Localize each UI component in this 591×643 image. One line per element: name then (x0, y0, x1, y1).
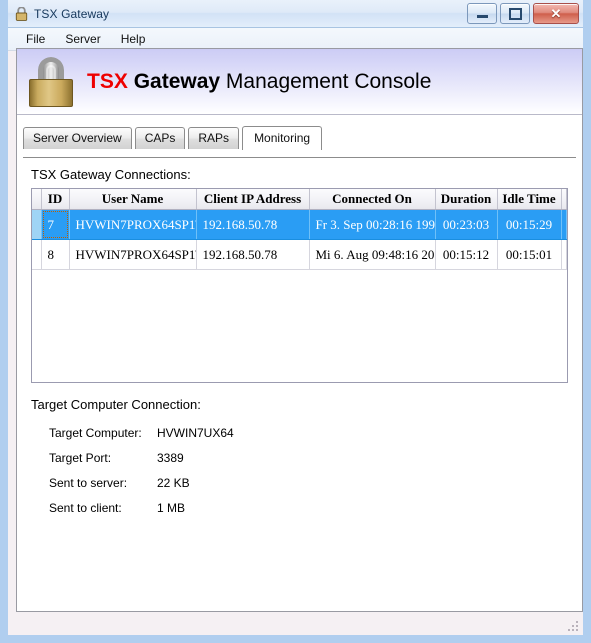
cell-user-name[interactable]: HVWIN7PROX64SP1\root (69, 209, 197, 240)
app-banner: TSX Gateway Management Console (17, 49, 582, 115)
cell-id[interactable]: 8 (41, 239, 70, 270)
column-header-client-ip[interactable]: Client IP Address (196, 189, 310, 210)
connections-section-label: TSX Gateway Connections: (31, 167, 191, 182)
banner-title-tsx: TSX (87, 69, 128, 93)
window-controls: ✕ (467, 3, 579, 24)
table-header-row: ID User Name Client IP Address Connected… (32, 189, 567, 210)
cell-idle-time[interactable]: 00:15:01 (497, 239, 562, 270)
detail-value-sent-to-client: 1 MB (157, 501, 186, 515)
cell-connected-on[interactable]: Fr 3. Sep 00:28:16 1999 (309, 209, 436, 240)
padlock-icon (29, 56, 73, 107)
window-title: TSX Gateway (34, 6, 110, 21)
row-indicator (32, 209, 42, 240)
tab-bar: Server Overview CAPs RAPs Monitoring (23, 126, 582, 150)
tab-raps[interactable]: RAPs (188, 127, 240, 149)
detail-value-sent-to-server: 22 KB (157, 476, 190, 490)
menu-item-file[interactable]: File (16, 30, 55, 48)
close-icon: ✕ (550, 6, 562, 21)
detail-label-sent-to-client: Sent to client: (49, 501, 122, 515)
title-bar: TSX Gateway ✕ (8, 0, 583, 28)
detail-label-target-port: Target Port: (49, 451, 112, 465)
banner-title-gateway: Gateway (133, 69, 221, 93)
cell-user-name[interactable]: HVWIN7PROX64SP1\root (69, 239, 197, 270)
target-section-label: Target Computer Connection: (31, 397, 201, 412)
cell-id[interactable]: 7 (41, 209, 70, 240)
padlock-body (29, 78, 73, 107)
cell-filler (561, 209, 567, 240)
minimize-button[interactable] (467, 3, 497, 24)
table-row[interactable]: 8 HVWIN7PROX64SP1\root 192.168.50.78 Mi … (32, 239, 567, 270)
padlock-icon (15, 5, 28, 21)
detail-value-target-computer: HVWIN7UX64 (157, 426, 234, 440)
cell-duration[interactable]: 00:23:03 (435, 209, 498, 240)
tab-server-overview[interactable]: Server Overview (23, 127, 132, 149)
row-indicator (32, 239, 42, 270)
maximize-icon (508, 7, 522, 20)
detail-row-target-computer: Target Computer: HVWIN7UX64 (49, 426, 576, 440)
close-button[interactable]: ✕ (533, 3, 579, 24)
detail-row-sent-to-server: Sent to server: 22 KB (49, 476, 576, 490)
cell-idle-time[interactable]: 00:15:29 (497, 209, 562, 240)
maximize-button[interactable] (500, 3, 530, 24)
column-header-user-name[interactable]: User Name (69, 189, 197, 210)
cell-client-ip[interactable]: 192.168.50.78 (196, 209, 310, 240)
banner-title: TSX Gateway Management Console (87, 70, 431, 94)
tab-monitoring[interactable]: Monitoring (242, 126, 323, 150)
connections-table: ID User Name Client IP Address Connected… (32, 189, 567, 270)
column-header-duration[interactable]: Duration (435, 189, 498, 210)
table-row[interactable]: 7 HVWIN7PROX64SP1\root 192.168.50.78 Fr … (32, 209, 567, 240)
cell-filler (561, 239, 567, 270)
cell-connected-on[interactable]: Mi 6. Aug 09:48:16 2014 (309, 239, 436, 270)
detail-row-sent-to-client: Sent to client: 1 MB (49, 501, 576, 515)
column-header-id[interactable]: ID (41, 189, 70, 210)
detail-label-sent-to-server: Sent to server: (49, 476, 128, 490)
minimize-icon (476, 15, 488, 18)
connections-table-container[interactable]: ID User Name Client IP Address Connected… (31, 188, 568, 383)
detail-label-target-computer: Target Computer: (49, 426, 142, 440)
detail-row-target-port: Target Port: 3389 (49, 451, 576, 465)
tab-caps[interactable]: CAPs (134, 127, 186, 149)
banner-title-console: Management Console (225, 69, 432, 93)
column-header-idle-time[interactable]: Idle Time (497, 189, 562, 210)
target-details: Target Computer Connection: Target Compu… (31, 397, 576, 515)
monitoring-panel: TSX Gateway Connections: ID User Name Cl… (23, 157, 576, 597)
cell-client-ip[interactable]: 192.168.50.78 (196, 239, 310, 270)
cell-duration[interactable]: 00:15:12 (435, 239, 498, 270)
column-header-filler (561, 189, 567, 210)
menu-item-server[interactable]: Server (55, 30, 110, 48)
content-panel: TSX Gateway Management Console Server Ov… (16, 48, 583, 612)
detail-value-target-port: 3389 (157, 451, 184, 465)
resize-grip[interactable] (568, 621, 580, 633)
column-header-connected-on[interactable]: Connected On (309, 189, 436, 210)
menu-item-help[interactable]: Help (111, 30, 156, 48)
application-window: TSX Gateway ✕ File Server Help TSX Gatew… (0, 0, 591, 643)
row-indicator-header (32, 189, 42, 210)
